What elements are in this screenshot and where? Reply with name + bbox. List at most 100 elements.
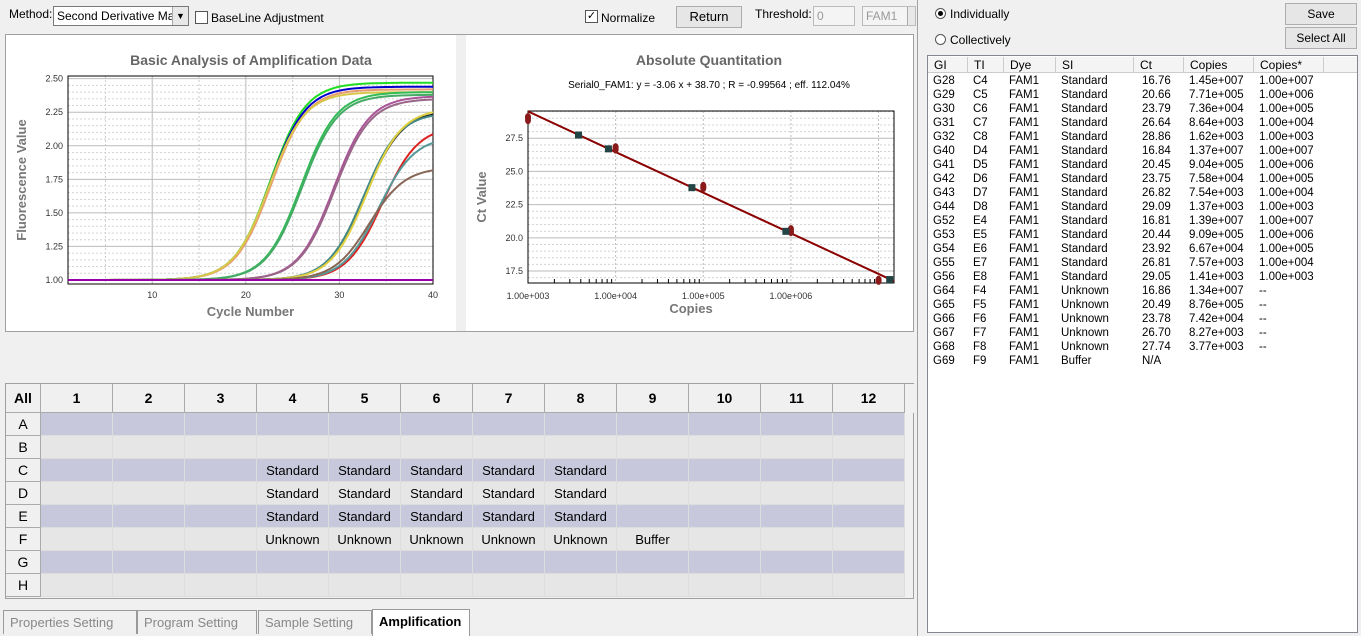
- well-D2[interactable]: [113, 482, 185, 505]
- result-cell[interactable]: F9: [973, 355, 986, 367]
- result-cell[interactable]: 16.76: [1142, 75, 1171, 87]
- result-cell[interactable]: 27.74: [1142, 341, 1171, 353]
- result-cell[interactable]: 9.09e+005: [1189, 229, 1244, 241]
- well-H1[interactable]: [41, 574, 113, 597]
- well-B5[interactable]: [329, 436, 401, 459]
- tab-program-setting[interactable]: Program Setting: [137, 610, 257, 634]
- well-G11[interactable]: [761, 551, 833, 574]
- result-cell[interactable]: G54: [933, 243, 955, 255]
- chevron-down-icon[interactable]: ▼: [172, 7, 188, 25]
- result-cell[interactable]: 1.00e+007: [1259, 145, 1314, 157]
- result-cell[interactable]: E5: [973, 229, 987, 241]
- result-cell[interactable]: 7.42e+004: [1189, 313, 1244, 325]
- column-header-9[interactable]: 9: [617, 384, 689, 413]
- result-cell[interactable]: Standard: [1061, 131, 1108, 143]
- column-header-ct[interactable]: Ct: [1134, 57, 1184, 73]
- result-cell[interactable]: Standard: [1061, 117, 1108, 129]
- well-A12[interactable]: [833, 413, 905, 436]
- result-cell[interactable]: Standard: [1061, 201, 1108, 213]
- result-cell[interactable]: 26.70: [1142, 327, 1171, 339]
- well-A1[interactable]: [41, 413, 113, 436]
- well-C11[interactable]: [761, 459, 833, 482]
- well-C2[interactable]: [113, 459, 185, 482]
- result-cell[interactable]: 7.36e+004: [1189, 103, 1244, 115]
- normalize-checkbox[interactable]: ✓: [585, 10, 598, 23]
- tab-sample-setting[interactable]: Sample Setting: [258, 610, 372, 634]
- result-cell[interactable]: C5: [973, 89, 988, 101]
- result-cell[interactable]: 1.00e+005: [1259, 103, 1314, 115]
- well-H4[interactable]: [257, 574, 329, 597]
- well-E8[interactable]: Standard: [545, 505, 617, 528]
- result-cell[interactable]: C7: [973, 117, 988, 129]
- result-cell[interactable]: G29: [933, 89, 955, 101]
- well-F8[interactable]: Unknown: [545, 528, 617, 551]
- result-cell[interactable]: 29.09: [1142, 201, 1171, 213]
- well-F12[interactable]: [833, 528, 905, 551]
- well-D12[interactable]: [833, 482, 905, 505]
- well-B11[interactable]: [761, 436, 833, 459]
- well-G8[interactable]: [545, 551, 617, 574]
- row-header-E[interactable]: E: [6, 505, 41, 528]
- method-select[interactable]: Second Derivative Maxin ▼: [53, 6, 189, 26]
- result-cell[interactable]: 23.78: [1142, 313, 1171, 325]
- result-cell[interactable]: FAM1: [1009, 229, 1039, 241]
- result-cell[interactable]: D4: [973, 145, 988, 157]
- save-button[interactable]: Save: [1285, 3, 1357, 25]
- result-cell[interactable]: 7.57e+003: [1189, 257, 1244, 269]
- result-cell[interactable]: G28: [933, 75, 955, 87]
- result-cell[interactable]: 20.49: [1142, 299, 1171, 311]
- result-cell[interactable]: G55: [933, 257, 955, 269]
- result-cell[interactable]: 1.00e+007: [1259, 75, 1314, 87]
- threshold-input[interactable]: 0: [813, 6, 855, 26]
- result-cell[interactable]: E7: [973, 257, 987, 269]
- well-F10[interactable]: [689, 528, 761, 551]
- result-cell[interactable]: FAM1: [1009, 173, 1039, 185]
- well-D7[interactable]: Standard: [473, 482, 545, 505]
- result-cell[interactable]: G52: [933, 215, 955, 227]
- result-cell[interactable]: 20.66: [1142, 89, 1171, 101]
- standard-curve-chart[interactable]: 1.00e+003 1.00e+004 1.00e+005 1.00e+006 17.5…: [466, 35, 915, 331]
- result-cell[interactable]: FAM1: [1009, 257, 1039, 269]
- result-cell[interactable]: C4: [973, 75, 988, 87]
- well-C5[interactable]: Standard: [329, 459, 401, 482]
- result-cell[interactable]: G66: [933, 313, 955, 325]
- well-F1[interactable]: [41, 528, 113, 551]
- result-cell[interactable]: F4: [973, 285, 986, 297]
- result-cell[interactable]: 28.86: [1142, 131, 1171, 143]
- well-H2[interactable]: [113, 574, 185, 597]
- result-cell[interactable]: C6: [973, 103, 988, 115]
- result-cell[interactable]: Standard: [1061, 89, 1108, 101]
- individually-radio[interactable]: [935, 8, 946, 19]
- well-G7[interactable]: [473, 551, 545, 574]
- row-header-A[interactable]: A: [6, 413, 41, 436]
- well-B7[interactable]: [473, 436, 545, 459]
- well-E5[interactable]: Standard: [329, 505, 401, 528]
- well-B2[interactable]: [113, 436, 185, 459]
- result-cell[interactable]: G30: [933, 103, 955, 115]
- result-cell[interactable]: E8: [973, 271, 987, 283]
- well-D4[interactable]: Standard: [257, 482, 329, 505]
- well-A2[interactable]: [113, 413, 185, 436]
- well-E10[interactable]: [689, 505, 761, 528]
- well-H9[interactable]: [617, 574, 689, 597]
- well-D5[interactable]: Standard: [329, 482, 401, 505]
- well-H6[interactable]: [401, 574, 473, 597]
- result-cell[interactable]: Unknown: [1061, 285, 1109, 297]
- well-D11[interactable]: [761, 482, 833, 505]
- result-cell[interactable]: F6: [973, 313, 986, 325]
- result-cell[interactable]: Standard: [1061, 243, 1108, 255]
- result-cell[interactable]: 23.79: [1142, 103, 1171, 115]
- row-header-D[interactable]: D: [6, 482, 41, 505]
- well-E2[interactable]: [113, 505, 185, 528]
- column-header-10[interactable]: 10: [689, 384, 761, 413]
- result-cell[interactable]: Standard: [1061, 257, 1108, 269]
- result-cell[interactable]: G69: [933, 355, 955, 367]
- result-cell[interactable]: Standard: [1061, 187, 1108, 199]
- well-H11[interactable]: [761, 574, 833, 597]
- well-D10[interactable]: [689, 482, 761, 505]
- column-header-copies[interactable]: Copies: [1184, 57, 1254, 73]
- result-cell[interactable]: Standard: [1061, 229, 1108, 241]
- well-G2[interactable]: [113, 551, 185, 574]
- well-G5[interactable]: [329, 551, 401, 574]
- column-header-ti[interactable]: TI: [968, 57, 1004, 73]
